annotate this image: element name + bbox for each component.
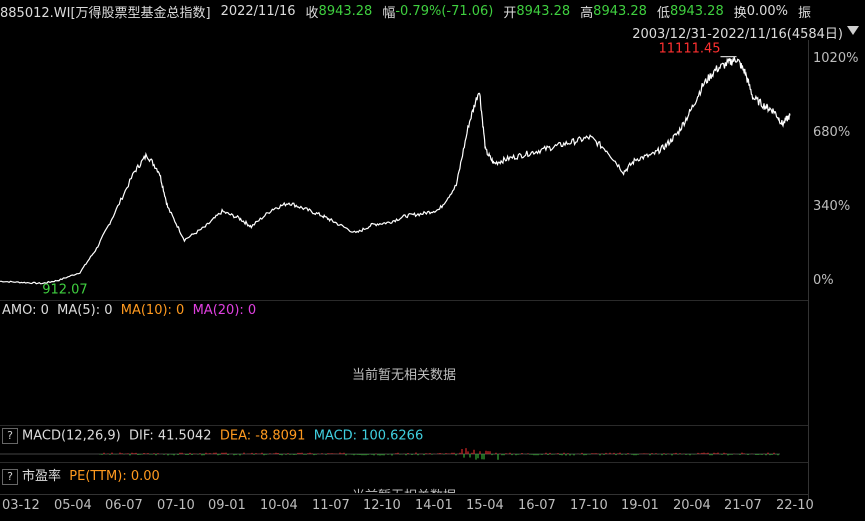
x-tick-label: 06-07 [105,498,143,513]
x-tick-label: 12-10 [363,498,401,513]
ma5-value: MA(5): 0 [57,303,113,318]
turnover-value: 0.00% [746,3,789,19]
pe-legend: ? 市盈率 PE(TTM): 0.00 [2,465,160,485]
y-tick-label: 680% [813,125,851,140]
quote-date: 2022/11/16 [220,3,296,19]
x-tick-label: 16-07 [518,498,556,513]
index-line [0,56,791,285]
chevron-down-icon[interactable] [847,26,859,35]
macd-legend: ? MACD(12,26,9) DIF: 41.5042 DEA: -8.8091… [2,428,423,444]
quote-header: 885012.WI[万得股票型基金总指数] 2022/11/16 收 8943.… [0,0,865,22]
amo-legend: AMO: 0 MA(5): 0 MA(10): 0 MA(20): 0 [2,303,256,318]
right-axis-line [808,40,809,500]
x-tick-label: 09-01 [208,498,246,513]
min-label: 912.07 [42,283,87,298]
x-tick-label: 11-07 [312,498,350,513]
close-value: 8943.28 [318,3,373,19]
x-tick-label: 22-10 [776,498,814,513]
pe-no-data: 当前暂无相关数据 [352,485,456,493]
x-axis-line [0,494,808,495]
x-tick-label: 05-04 [54,498,92,513]
ma10-value: MA(10): 0 [120,303,185,318]
amo-no-data: 当前暂无相关数据 [352,368,457,383]
macd-label: MACD(12,26,9) [22,428,121,444]
high-value: 8943.28 [593,3,647,19]
low-value: 8943.28 [669,3,724,19]
open-value: 8943.28 [516,3,571,19]
y-tick-label: 1020% [813,51,859,66]
divider [0,300,808,301]
help-icon[interactable]: ? [2,468,18,485]
open-label: 开 [503,5,517,21]
low-label: 低 [656,5,670,21]
x-tick-label: 03-12 [2,498,40,513]
divider [0,425,808,426]
turnover-label: 换 [733,5,747,21]
close-label: 收 [305,5,319,21]
x-tick-label: 07-10 [157,498,195,513]
macd-chart [0,448,780,460]
y-tick-label: 340% [813,199,851,214]
x-tick-label: 17-10 [570,498,608,513]
price-chart[interactable]: 11111.45 912.07 [0,40,865,300]
index-name[interactable]: 885012.WI[万得股票型基金总指数] [0,2,211,21]
max-label: 11111.45 [659,42,721,57]
x-tick-label: 15-04 [466,498,504,513]
pe-ttm-value: PE(TTM): 0.00 [69,469,160,484]
help-icon[interactable]: ? [2,428,18,444]
pe-label: 市盈率 [22,469,62,484]
x-tick-label: 21-07 [724,498,762,513]
macd-value: MACD: 100.6266 [313,428,424,444]
amplitude-label: 振 [798,5,812,21]
change-label: 幅 [382,5,396,21]
x-tick-label: 19-01 [621,498,659,513]
x-tick-label: 20-04 [673,498,711,513]
x-tick-label: 14-01 [415,498,453,513]
ma20-value: MA(20): 0 [192,303,257,318]
dea-value: DEA: -8.8091 [219,428,306,444]
dif-value: DIF: 41.5042 [129,428,212,444]
amo-value: AMO: 0 [2,303,49,318]
y-tick-label: 0% [813,273,834,288]
change-value: -0.79%(-71.06) [395,3,494,19]
x-tick-label: 10-04 [260,498,298,513]
divider [0,462,808,463]
high-label: 高 [580,5,594,21]
